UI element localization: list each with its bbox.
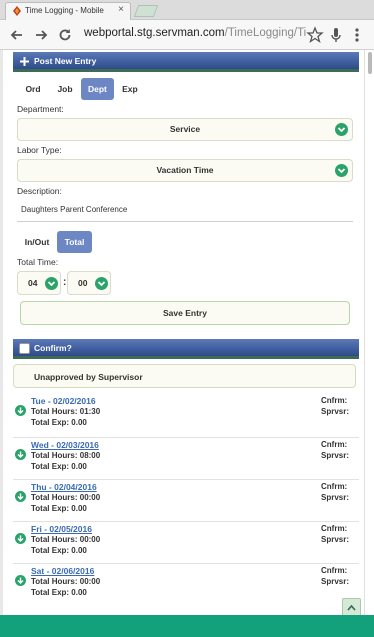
department-value: Service [169,124,201,134]
new-tab-button[interactable] [133,5,159,17]
divider [13,479,359,480]
page-content: Post New Entry Ord Job Dept Exp Departme… [3,50,364,622]
download-circle-icon[interactable] [15,533,26,544]
chevron-down-icon [335,164,348,177]
entry-type-tabs: Ord Job Dept Exp [17,78,146,100]
tab-total[interactable]: Total [57,231,92,253]
url-path: /TimeLogging/Time/In [224,27,306,39]
day-total-hours: Total Hours: 08:00 [31,451,101,460]
day-date-link[interactable]: Tue - 02/02/2016 [31,396,96,406]
description-field[interactable]: Daughters Parent Conference [17,198,353,222]
total-time-label: Total Time: [17,257,59,267]
day-supervisor-label: Sprvsr: [321,493,350,502]
minutes-select[interactable]: 00 [67,271,111,295]
labor-type-label: Labor Type: [17,145,62,155]
confirm-title: Confirm? [34,343,72,353]
divider [13,437,359,438]
confirm-checkbox[interactable] [19,343,30,354]
description-label: Description: [17,186,62,196]
post-new-entry-title: Post New Entry [34,56,97,66]
labor-type-select[interactable]: Vacation Time [17,159,353,182]
hours-select[interactable]: 04 [17,271,61,295]
day-supervisor-label: Sprvsr: [321,577,350,586]
day-total-exp: Total Exp: 0.00 [31,462,87,471]
tab-title: Time Logging - Mobile [25,6,104,15]
chevron-up-icon [347,604,356,611]
browser-tab[interactable]: Time Logging - Mobile × [5,2,131,20]
footer-bar [0,615,374,637]
url-host: webportal.stg.servman.com [84,27,225,39]
back-arrow-icon[interactable] [8,26,26,44]
time-separator: : [63,277,67,288]
time-mode-tabs: In/Out Total [17,231,92,253]
minutes-value: 00 [78,278,88,288]
favicon-icon [13,6,21,16]
scrollbar-thumb[interactable] [368,52,372,74]
day-entry: Wed - 02/03/2016 Total Hours: 08:00 Tota… [13,440,359,482]
day-total-exp: Total Exp: 0.00 [31,504,87,513]
day-supervisor-label: Sprvsr: [321,407,350,416]
download-circle-icon[interactable] [15,405,26,416]
chevron-down-icon [45,277,58,290]
page-scrollbar[interactable] [364,50,374,622]
tab-job[interactable]: Job [49,78,81,100]
approval-status: Unapproved by Supervisor [13,364,356,388]
divider [13,563,359,564]
post-new-entry-header[interactable]: Post New Entry [13,52,359,72]
download-circle-icon[interactable] [15,449,26,460]
day-confirm-label: Cnfrm: [321,396,348,405]
day-date-link[interactable]: Wed - 02/03/2016 [31,440,99,450]
day-date-link[interactable]: Fri - 02/05/2016 [31,524,92,534]
download-circle-icon[interactable] [15,575,26,586]
day-entry: Thu - 02/04/2016 Total Hours: 00:00 Tota… [13,482,359,524]
save-entry-button[interactable]: Save Entry [20,301,350,325]
department-label: Department: [17,104,64,114]
day-confirm-label: Cnfrm: [321,482,348,491]
menu-dots-icon[interactable] [348,26,366,44]
day-total-exp: Total Exp: 0.00 [31,546,87,555]
day-date-link[interactable]: Sat - 02/06/2016 [31,566,94,576]
day-entry: Tue - 02/02/2016 Total Hours: 01:30 Tota… [13,396,359,438]
forward-arrow-icon[interactable] [32,26,50,44]
tab-exp[interactable]: Exp [114,78,146,100]
download-circle-icon[interactable] [15,491,26,502]
day-supervisor-label: Sprvsr: [321,535,350,544]
day-confirm-label: Cnfrm: [321,566,348,575]
chevron-down-icon [95,277,108,290]
chevron-down-icon [335,123,348,136]
mic-icon[interactable] [327,26,345,44]
day-entry: Sat - 02/06/2016 Total Hours: 00:00 Tota… [13,566,359,608]
day-confirm-label: Cnfrm: [321,524,348,533]
plus-icon [20,57,29,66]
star-icon[interactable] [306,26,324,44]
confirm-header[interactable]: Confirm? [13,339,359,359]
day-date-link[interactable]: Thu - 02/04/2016 [31,482,97,492]
browser-toolbar: webportal.stg.servman.com/TimeLogging/Ti… [0,20,374,50]
tab-ord[interactable]: Ord [17,78,49,100]
day-total-hours: Total Hours: 01:30 [31,407,101,416]
close-icon[interactable]: × [118,4,124,15]
department-select[interactable]: Service [17,118,353,141]
divider [13,521,359,522]
day-entry: Fri - 02/05/2016 Total Hours: 00:00 Tota… [13,524,359,566]
browser-tab-strip: Time Logging - Mobile × [0,0,374,20]
tab-dept[interactable]: Dept [81,78,114,100]
hours-value: 04 [28,278,38,288]
day-supervisor-label: Sprvsr: [321,451,350,460]
approval-status-text: Unapproved by Supervisor [34,372,143,382]
day-total-hours: Total Hours: 00:00 [31,535,101,544]
labor-type-value: Vacation Time [156,165,214,175]
address-bar[interactable]: webportal.stg.servman.com/TimeLogging/Ti… [84,27,306,39]
day-total-exp: Total Exp: 0.00 [31,588,87,597]
day-total-hours: Total Hours: 00:00 [31,577,101,586]
day-total-hours: Total Hours: 00:00 [31,493,101,502]
reload-icon[interactable] [56,26,74,44]
tab-in-out[interactable]: In/Out [17,231,57,253]
day-total-exp: Total Exp: 0.00 [31,418,87,427]
day-confirm-label: Cnfrm: [321,440,348,449]
